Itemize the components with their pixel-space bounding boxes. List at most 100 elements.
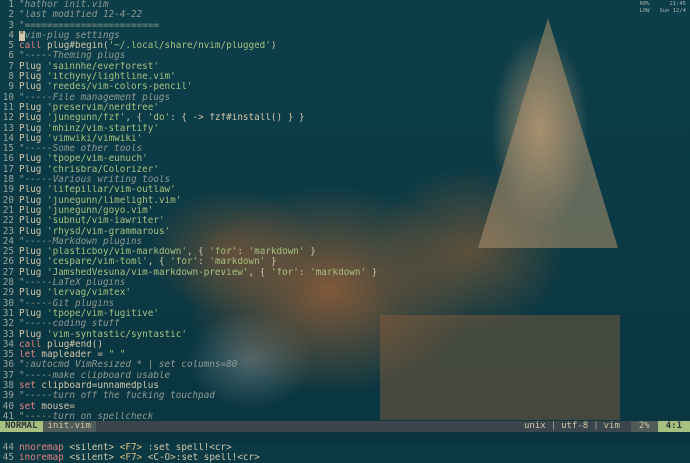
token-comment: "hathor init.vim <box>19 0 109 10</box>
code-line[interactable]: 40 set mouse= <box>0 402 690 412</box>
code-line[interactable]: 39 "-----turn off the fucking touchpad <box>0 391 690 401</box>
code-line[interactable]: 18 "-----Various writing tools <box>0 175 690 185</box>
code-line[interactable]: 32 "-----coding stuff <box>0 319 690 329</box>
statusline-cursor-position: 4:1 <box>657 421 690 432</box>
vim-editor-buffer[interactable]: 1 "hathor init.vim 2 "last modified 12-4-22… <box>0 0 690 463</box>
line-content: Plug 'tpope/vim-fugitive' <box>19 309 159 319</box>
code-line[interactable]: 8 Plug 'itchyny/lightline.vim' <box>0 72 690 82</box>
line-number: 4 <box>8 30 14 41</box>
line-number: 8 <box>8 72 14 83</box>
code-line[interactable]: 22 Plug 'subnut/vim-iawriter' <box>0 216 690 226</box>
clock-time: 21:45 <box>669 1 686 7</box>
vim-command-line[interactable] <box>0 432 690 443</box>
token-str: 'markdown' <box>209 257 266 268</box>
code-line[interactable]: 33 Plug 'vim-syntastic/syntastic' <box>0 330 690 340</box>
code-line[interactable]: 19 Plug 'lifepillar/vim-outlaw' <box>0 185 690 195</box>
line-content: "-----turn off the fucking touchpad <box>19 391 215 401</box>
token-comment: "-----turn off the fucking touchpad <box>19 391 215 402</box>
line-content: inoremap <silent> <F7> <C-O>:set spell!<… <box>19 453 260 463</box>
line-content: Plug 'lervag/vimtex' <box>19 288 131 298</box>
code-line[interactable]: 17 Plug 'chrisbra/Colorizer' <box>0 165 690 175</box>
code-line[interactable]: 37 "-----make clipboard usable <box>0 371 690 381</box>
line-content: ":autocmd VimResized * | set columns=80 <box>19 360 237 370</box>
code-line[interactable]: 10 "-----File management plugs <box>0 93 690 103</box>
code-line[interactable]: 23 Plug 'rhysd/vim-grammarous' <box>0 227 690 237</box>
token-comment: ":autocmd VimResized * | set columns=80 <box>19 360 238 371</box>
token-comment: "-----LaTeX plugins <box>19 278 126 289</box>
token-str: 'vimwiki/vimwiki' <box>47 133 143 144</box>
token-plain: Plug <box>19 123 47 134</box>
code-line[interactable]: 34 call plug#end() <box>0 340 690 350</box>
token-kw: set <box>19 380 36 391</box>
code-line[interactable]: 38 set clipboard=unnamedplus <box>0 381 690 391</box>
statusline-filename: init.vim <box>42 421 96 432</box>
token-str: " " <box>108 350 126 361</box>
line-number: 26 <box>2 257 14 268</box>
token-str: 'junegunn/goyo.vim' <box>47 205 154 216</box>
line-content: Plug 'chrisbra/Colorizer' <box>19 165 159 175</box>
token-str: 'plasticboy/vim-markdown' <box>47 247 187 258</box>
code-line[interactable]: 29 Plug 'lervag/vimtex' <box>0 288 690 298</box>
code-line[interactable]: 36 ":autocmd VimResized * | set columns=8… <box>0 360 690 370</box>
code-line[interactable]: 24 "-----Markdown plugins <box>0 237 690 247</box>
code-line[interactable]: 2 "last modified 12-4-22 <box>0 10 690 20</box>
clock-date: Sun 12/4 <box>659 8 687 14</box>
statusline-fileformat: unix <box>524 421 546 431</box>
token-str: 'markdown' <box>310 267 367 278</box>
token-plain: Plug <box>19 61 47 72</box>
code-line[interactable]: 11 Plug 'preservim/nerdtree' <box>0 103 690 113</box>
line-number: 40 <box>2 401 14 412</box>
code-line[interactable]: 28 "-----LaTeX plugins <box>0 278 690 288</box>
line-number: 27 <box>2 267 14 278</box>
code-line[interactable]: 20 Plug 'junegunn/limelight.vim' <box>0 196 690 206</box>
battery-status: 60% LOW <box>640 1 650 15</box>
line-number: 36 <box>2 360 14 371</box>
line-content: Plug 'plasticboy/vim-markdown', { 'for':… <box>19 247 316 257</box>
mode-indicator: NORMAL <box>0 421 43 432</box>
token-plain: , { <box>248 267 271 278</box>
line-content: Plug 'rhysd/vim-grammarous' <box>19 227 170 237</box>
line-number: 16 <box>2 154 14 165</box>
line-number: 12 <box>2 113 14 124</box>
code-line[interactable]: 25 Plug 'plasticboy/vim-markdown', { 'for… <box>0 247 690 257</box>
token-plain: Plug <box>19 226 47 237</box>
code-line[interactable]: 12 Plug 'junegunn/fzf', { 'do': { -> fzf#… <box>0 113 690 123</box>
code-line[interactable]: 14 Plug 'vimwiki/vimwiki' <box>0 134 690 144</box>
token-str: 'cespare/vim-toml' <box>47 257 148 268</box>
code-line[interactable]: 31 Plug 'tpope/vim-fugitive' <box>0 309 690 319</box>
token-str: 'for' <box>270 267 299 278</box>
token-str: 'rhysd/vim-grammarous' <box>47 226 171 237</box>
token-plain: , { <box>147 257 171 268</box>
token-plain: Plug <box>19 195 47 206</box>
line-content: "-----coding stuff <box>19 319 120 329</box>
line-number: 3 <box>8 20 14 31</box>
code-line[interactable]: 9 Plug 'reedes/vim-colors-pencil' <box>0 82 690 92</box>
token-str: '~/.local/share/nvim/plugged' <box>108 41 271 52</box>
code-line[interactable]: 16 Plug 'tpope/vim-eunuch' <box>0 154 690 164</box>
token-kw: let <box>19 350 36 361</box>
code-line[interactable]: 44 nnoremap <silent> <F7> :set spell!<cr> <box>0 443 690 453</box>
token-plain: mapleader = <box>35 350 109 361</box>
token-plain: plug#end() <box>41 339 103 350</box>
code-line[interactable]: 13 Plug 'mhinz/vim-startify' <box>0 124 690 134</box>
code-line[interactable]: 35 let mapleader = " " <box>0 350 690 360</box>
code-line[interactable]: 27 Plug 'JamshedVesuna/vim-markdown-previ… <box>0 268 690 278</box>
code-line[interactable]: 21 Plug 'junegunn/goyo.vim' <box>0 206 690 216</box>
token-str: 'vim-syntastic/syntastic' <box>47 329 187 340</box>
code-line[interactable]: 45 inoremap <silent> <F7> <C-O>:set spell… <box>0 453 690 463</box>
code-line[interactable]: 15 "-----Some other tools <box>0 144 690 154</box>
code-line[interactable]: 4 "vim-plug settings <box>0 30 690 41</box>
code-line[interactable]: 3 "======================== <box>0 21 690 31</box>
token-plain: Plug <box>19 288 47 299</box>
token-plain: Plug <box>19 205 47 216</box>
line-number: 44 <box>2 442 14 453</box>
code-line[interactable]: 26 Plug 'cespare/vim-toml', { 'for': 'mar… <box>0 257 690 267</box>
code-line[interactable]: 30 "-----Git plugins <box>0 299 690 309</box>
line-number: 9 <box>8 82 14 93</box>
line-number: 28 <box>2 278 14 289</box>
code-line[interactable]: 5 call plug#begin('~/.local/share/nvim/pl… <box>0 41 690 51</box>
code-line[interactable]: 7 Plug 'sainnhe/everforest' <box>0 62 690 72</box>
token-str: 'junegunn/fzf' <box>47 113 126 124</box>
code-line[interactable]: 1 "hathor init.vim <box>0 0 690 10</box>
code-line[interactable]: 6 "-----Theming plugs <box>0 51 690 61</box>
